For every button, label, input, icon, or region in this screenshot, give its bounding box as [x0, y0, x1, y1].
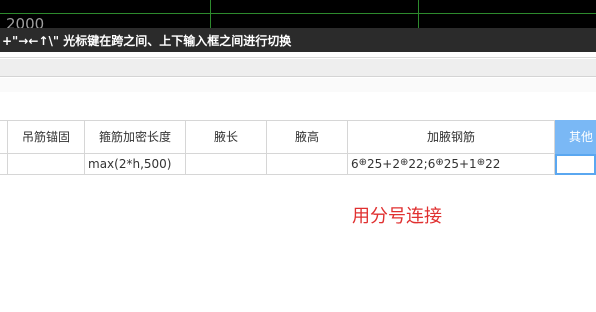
table-header-cell — [0, 120, 8, 154]
haunch-height-cell[interactable] — [267, 154, 348, 175]
cad-gridline — [0, 13, 596, 14]
cad-gridline — [210, 0, 211, 28]
table-cell[interactable] — [0, 154, 8, 175]
stirrup-dense-length-cell[interactable]: max(2*h,500) — [85, 154, 186, 175]
rebar-text-part: 22;6 — [408, 157, 436, 171]
cad-viewport[interactable]: 2000 — [0, 0, 596, 28]
rebar-grade-icon: ⊕ — [400, 157, 409, 168]
header-hanger-anchor: 吊筋锚固 — [8, 120, 85, 154]
header-haunch-length: 腋长 — [186, 120, 267, 154]
rebar-text-part: 22 — [485, 157, 501, 171]
cad-gridline — [418, 0, 419, 28]
annotation-note: 用分号连接 — [352, 206, 442, 227]
hint-text: +"→←↑\" 光标键在跨之间、上下输入框之间进行切换 — [2, 34, 292, 48]
toolbar — [0, 59, 596, 77]
other-input-cell[interactable] — [555, 154, 596, 175]
rebar-text-part: 6 — [351, 157, 359, 171]
divider — [0, 52, 596, 58]
status-hint-bar: +"→←↑\" 光标键在跨之间、上下输入框之间进行切换 — [0, 28, 596, 52]
rebar-grade-icon: ⊕ — [476, 157, 486, 168]
rebar-text-part: 25+2 — [367, 157, 400, 171]
header-haunch-height: 腋高 — [267, 120, 348, 154]
hanger-anchor-cell[interactable] — [8, 154, 85, 175]
cad-dimension-label: 2000 — [6, 15, 45, 28]
rebar-grade-icon: ⊕ — [358, 157, 368, 168]
haunch-rebar-cell[interactable]: 6⊕25+2⊕22;6⊕25+1⊕22 — [348, 154, 555, 175]
rebar-grade-icon: ⊕ — [435, 157, 444, 168]
rebar-text-part: 25+1 — [443, 157, 477, 171]
header-stirrup-dense-length: 箍筋加密长度 — [85, 120, 186, 154]
header-haunch-rebar: 加腋钢筋 — [348, 120, 555, 154]
sub-toolbar — [0, 78, 596, 92]
haunch-length-cell[interactable] — [186, 154, 267, 175]
header-other: 其他 — [555, 120, 596, 154]
